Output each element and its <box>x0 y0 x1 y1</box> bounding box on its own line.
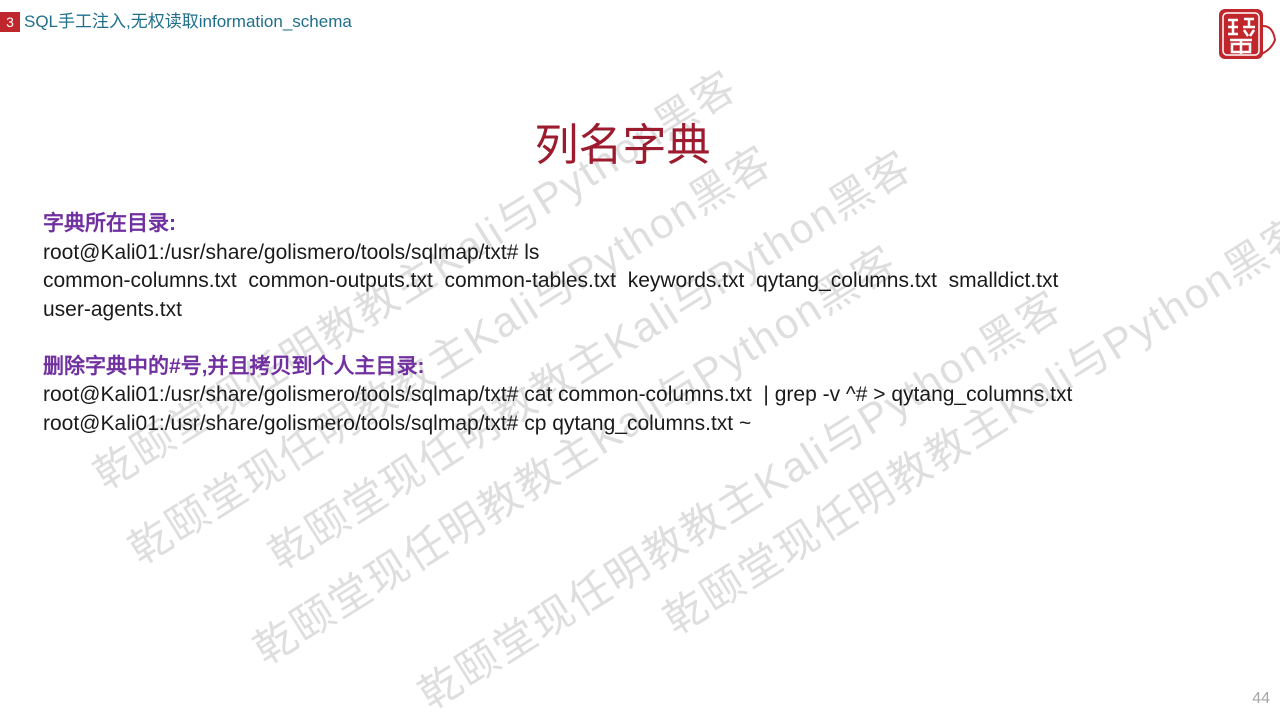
slide-content: 字典所在目录: root@Kali01:/usr/share/golismero… <box>43 210 1243 438</box>
ls-output-line: user-agents.txt <box>43 297 182 321</box>
ls-command-line: root@Kali01:/usr/share/golismero/tools/s… <box>43 240 540 264</box>
page-title: 列名字典 <box>534 121 711 170</box>
ls-output-line: common-columns.txt common-outputs.txt co… <box>43 269 1059 292</box>
seal-stamp-icon <box>1216 6 1278 64</box>
section-title: SQL手工注入,无权读取information_schema <box>24 12 352 31</box>
dictionary-directory-label: 字典所在目录: <box>43 212 176 235</box>
section-number-badge: 3 <box>0 12 20 32</box>
cp-command-line: root@Kali01:/usr/share/golismero/tools/s… <box>43 411 752 435</box>
slide-header: 3 SQL手工注入,无权读取information_schema <box>0 11 352 33</box>
grep-command-line: root@Kali01:/usr/share/golismero/tools/s… <box>43 383 1073 406</box>
delete-hash-label: 删除字典中的#号,并且拷贝到个人主目录: <box>43 354 425 378</box>
page-number: 44 <box>1252 690 1270 707</box>
